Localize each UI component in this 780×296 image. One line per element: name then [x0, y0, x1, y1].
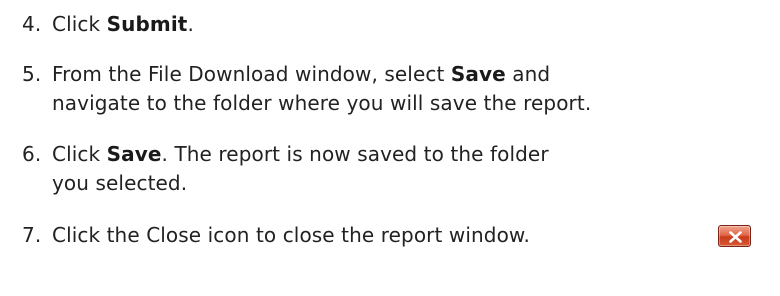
close-icon[interactable] [718, 225, 751, 247]
step-7: 7. Click the Close icon to close the repo… [22, 221, 780, 250]
step-6: 6. Click Save. The report is now saved to… [22, 140, 780, 198]
step-text-part: Click [52, 12, 107, 36]
step-text-line2: you selected. [52, 171, 188, 195]
step-number: 7. [22, 223, 42, 247]
step-4: 4. Click Submit. [22, 10, 780, 39]
step-text-part: . The report is now saved to the folder [161, 142, 549, 166]
step-number: 5. [22, 62, 42, 86]
step-text: Click the Close icon to close the report… [52, 223, 530, 247]
step-5: 5. From the File Download window, select … [22, 60, 780, 118]
step-number: 4. [22, 12, 42, 36]
step-text: Click Submit. [52, 10, 776, 39]
step-text-line2: navigate to the folder where you will sa… [52, 91, 592, 115]
step-bold-term: Submit [106, 12, 188, 36]
step-text-part: . [187, 12, 194, 36]
step-bold-term: Save [450, 62, 506, 86]
step-number: 6. [22, 142, 42, 166]
close-x-glyph [729, 231, 742, 243]
step-text-part: From the File Download window, select [52, 62, 451, 86]
step-bold-term: Save [106, 142, 162, 166]
step-text-part: Click [52, 142, 107, 166]
step-text-part: and [505, 62, 551, 86]
step-text: Click Save. The report is now saved to t… [52, 140, 776, 198]
step-text: From the File Download window, select Sa… [52, 60, 776, 118]
